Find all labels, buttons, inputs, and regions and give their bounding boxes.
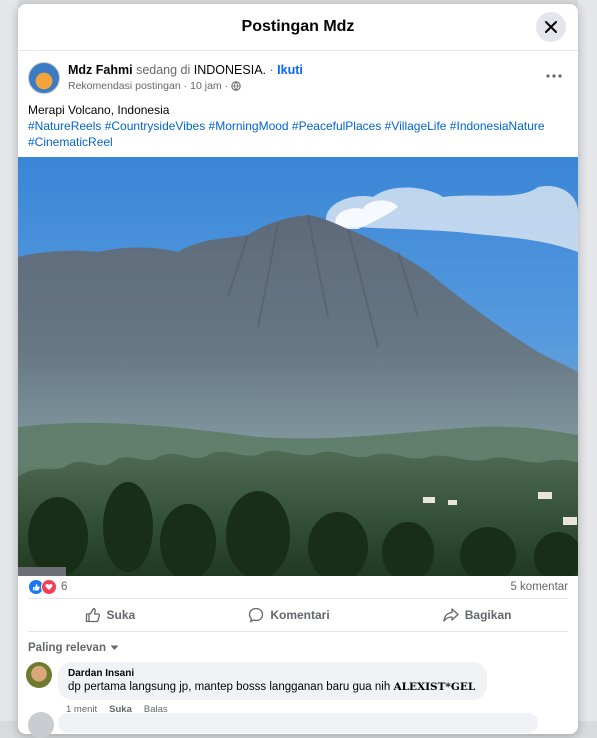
post-header-line: Mdz Fahmi sedang di INDONESIA. · Ikuti bbox=[68, 62, 303, 78]
close-button[interactable] bbox=[536, 12, 566, 42]
meta-separator: · bbox=[224, 80, 229, 92]
love-reaction-icon bbox=[41, 579, 57, 595]
commenter-avatar[interactable] bbox=[26, 662, 52, 688]
more-horizontal-icon bbox=[546, 74, 562, 78]
comment-sort-dropdown[interactable]: Paling relevan bbox=[28, 631, 568, 654]
location-prefix: sedang di bbox=[136, 63, 191, 77]
reaction-summary[interactable]: 6 bbox=[28, 579, 67, 595]
author-name[interactable]: Mdz Fahmi bbox=[68, 63, 133, 77]
comment-button[interactable]: Komentari bbox=[248, 607, 330, 623]
location-name[interactable]: INDONESIA. bbox=[194, 63, 266, 77]
globe-icon bbox=[231, 81, 241, 91]
comment-bubble: Dardan Insani dp pertama langsung jp, ma… bbox=[58, 662, 487, 700]
post-caption: Merapi Volcano, Indonesia #NatureReels #… bbox=[18, 94, 578, 150]
close-icon bbox=[545, 21, 557, 33]
comment-label: Komentari bbox=[270, 608, 330, 622]
sort-label: Paling relevan bbox=[28, 642, 106, 654]
comment-message: dp pertama langsung jp, mantep bosss lan… bbox=[68, 681, 391, 693]
author-avatar[interactable] bbox=[28, 62, 60, 94]
comment-text: dp pertama langsung jp, mantep bosss lan… bbox=[68, 681, 477, 693]
separator-dot: · bbox=[269, 63, 274, 77]
meta-separator: · bbox=[183, 80, 188, 92]
like-label: Suka bbox=[106, 608, 136, 622]
comment-count[interactable]: 5 komentar bbox=[510, 581, 568, 593]
share-label: Bagikan bbox=[464, 608, 512, 622]
comment-bubble-icon bbox=[249, 607, 264, 623]
commenter-name[interactable]: Dardan Insani bbox=[68, 668, 477, 679]
post-header-text: Mdz Fahmi sedang di INDONESIA. · Ikuti R… bbox=[68, 62, 303, 94]
caret-down-icon bbox=[110, 645, 119, 650]
thumbs-up-outline-icon bbox=[85, 607, 100, 623]
modal-title: Postingan Mdz bbox=[241, 18, 355, 35]
next-commenter-avatar[interactable] bbox=[28, 712, 54, 738]
recommendation-label: Rekomendasi postingan bbox=[68, 80, 181, 92]
comment-body: Dardan Insani dp pertama langsung jp, ma… bbox=[58, 662, 487, 715]
thumbs-up-icon bbox=[33, 584, 40, 591]
hashtag-links[interactable]: #NatureReels #CountrysideVibes #MorningM… bbox=[28, 118, 568, 150]
post-modal: Postingan Mdz Mdz Fahmi sedang di INDONE… bbox=[18, 4, 578, 734]
next-comment-bubble bbox=[58, 713, 538, 733]
more-options-button[interactable] bbox=[546, 65, 562, 81]
post-time[interactable]: 10 jam bbox=[190, 80, 222, 92]
reaction-count: 6 bbox=[61, 581, 68, 593]
comment-signature: ALEXIST*GEL bbox=[393, 681, 476, 693]
comment-item: Dardan Insani dp pertama langsung jp, ma… bbox=[18, 654, 578, 715]
post-meta: Rekomendasi postingan · 10 jam · bbox=[68, 80, 303, 92]
background-left bbox=[0, 0, 18, 721]
share-button[interactable]: Bagikan bbox=[443, 607, 512, 623]
post-header: Mdz Fahmi sedang di INDONESIA. · Ikuti R… bbox=[18, 51, 578, 94]
post-photo[interactable] bbox=[18, 157, 578, 576]
share-arrow-icon bbox=[443, 608, 459, 622]
modal-header: Postingan Mdz bbox=[18, 4, 578, 51]
reactions-row: 6 5 komentar bbox=[18, 576, 578, 598]
foreground-roof bbox=[18, 567, 66, 576]
heart-icon bbox=[45, 584, 53, 590]
background-right bbox=[578, 0, 597, 721]
post-actions: Suka Komentari Bagikan bbox=[28, 598, 568, 631]
caption-text: Merapi Volcano, Indonesia bbox=[28, 103, 170, 117]
like-button[interactable]: Suka bbox=[85, 607, 136, 623]
follow-button[interactable]: Ikuti bbox=[277, 63, 303, 77]
